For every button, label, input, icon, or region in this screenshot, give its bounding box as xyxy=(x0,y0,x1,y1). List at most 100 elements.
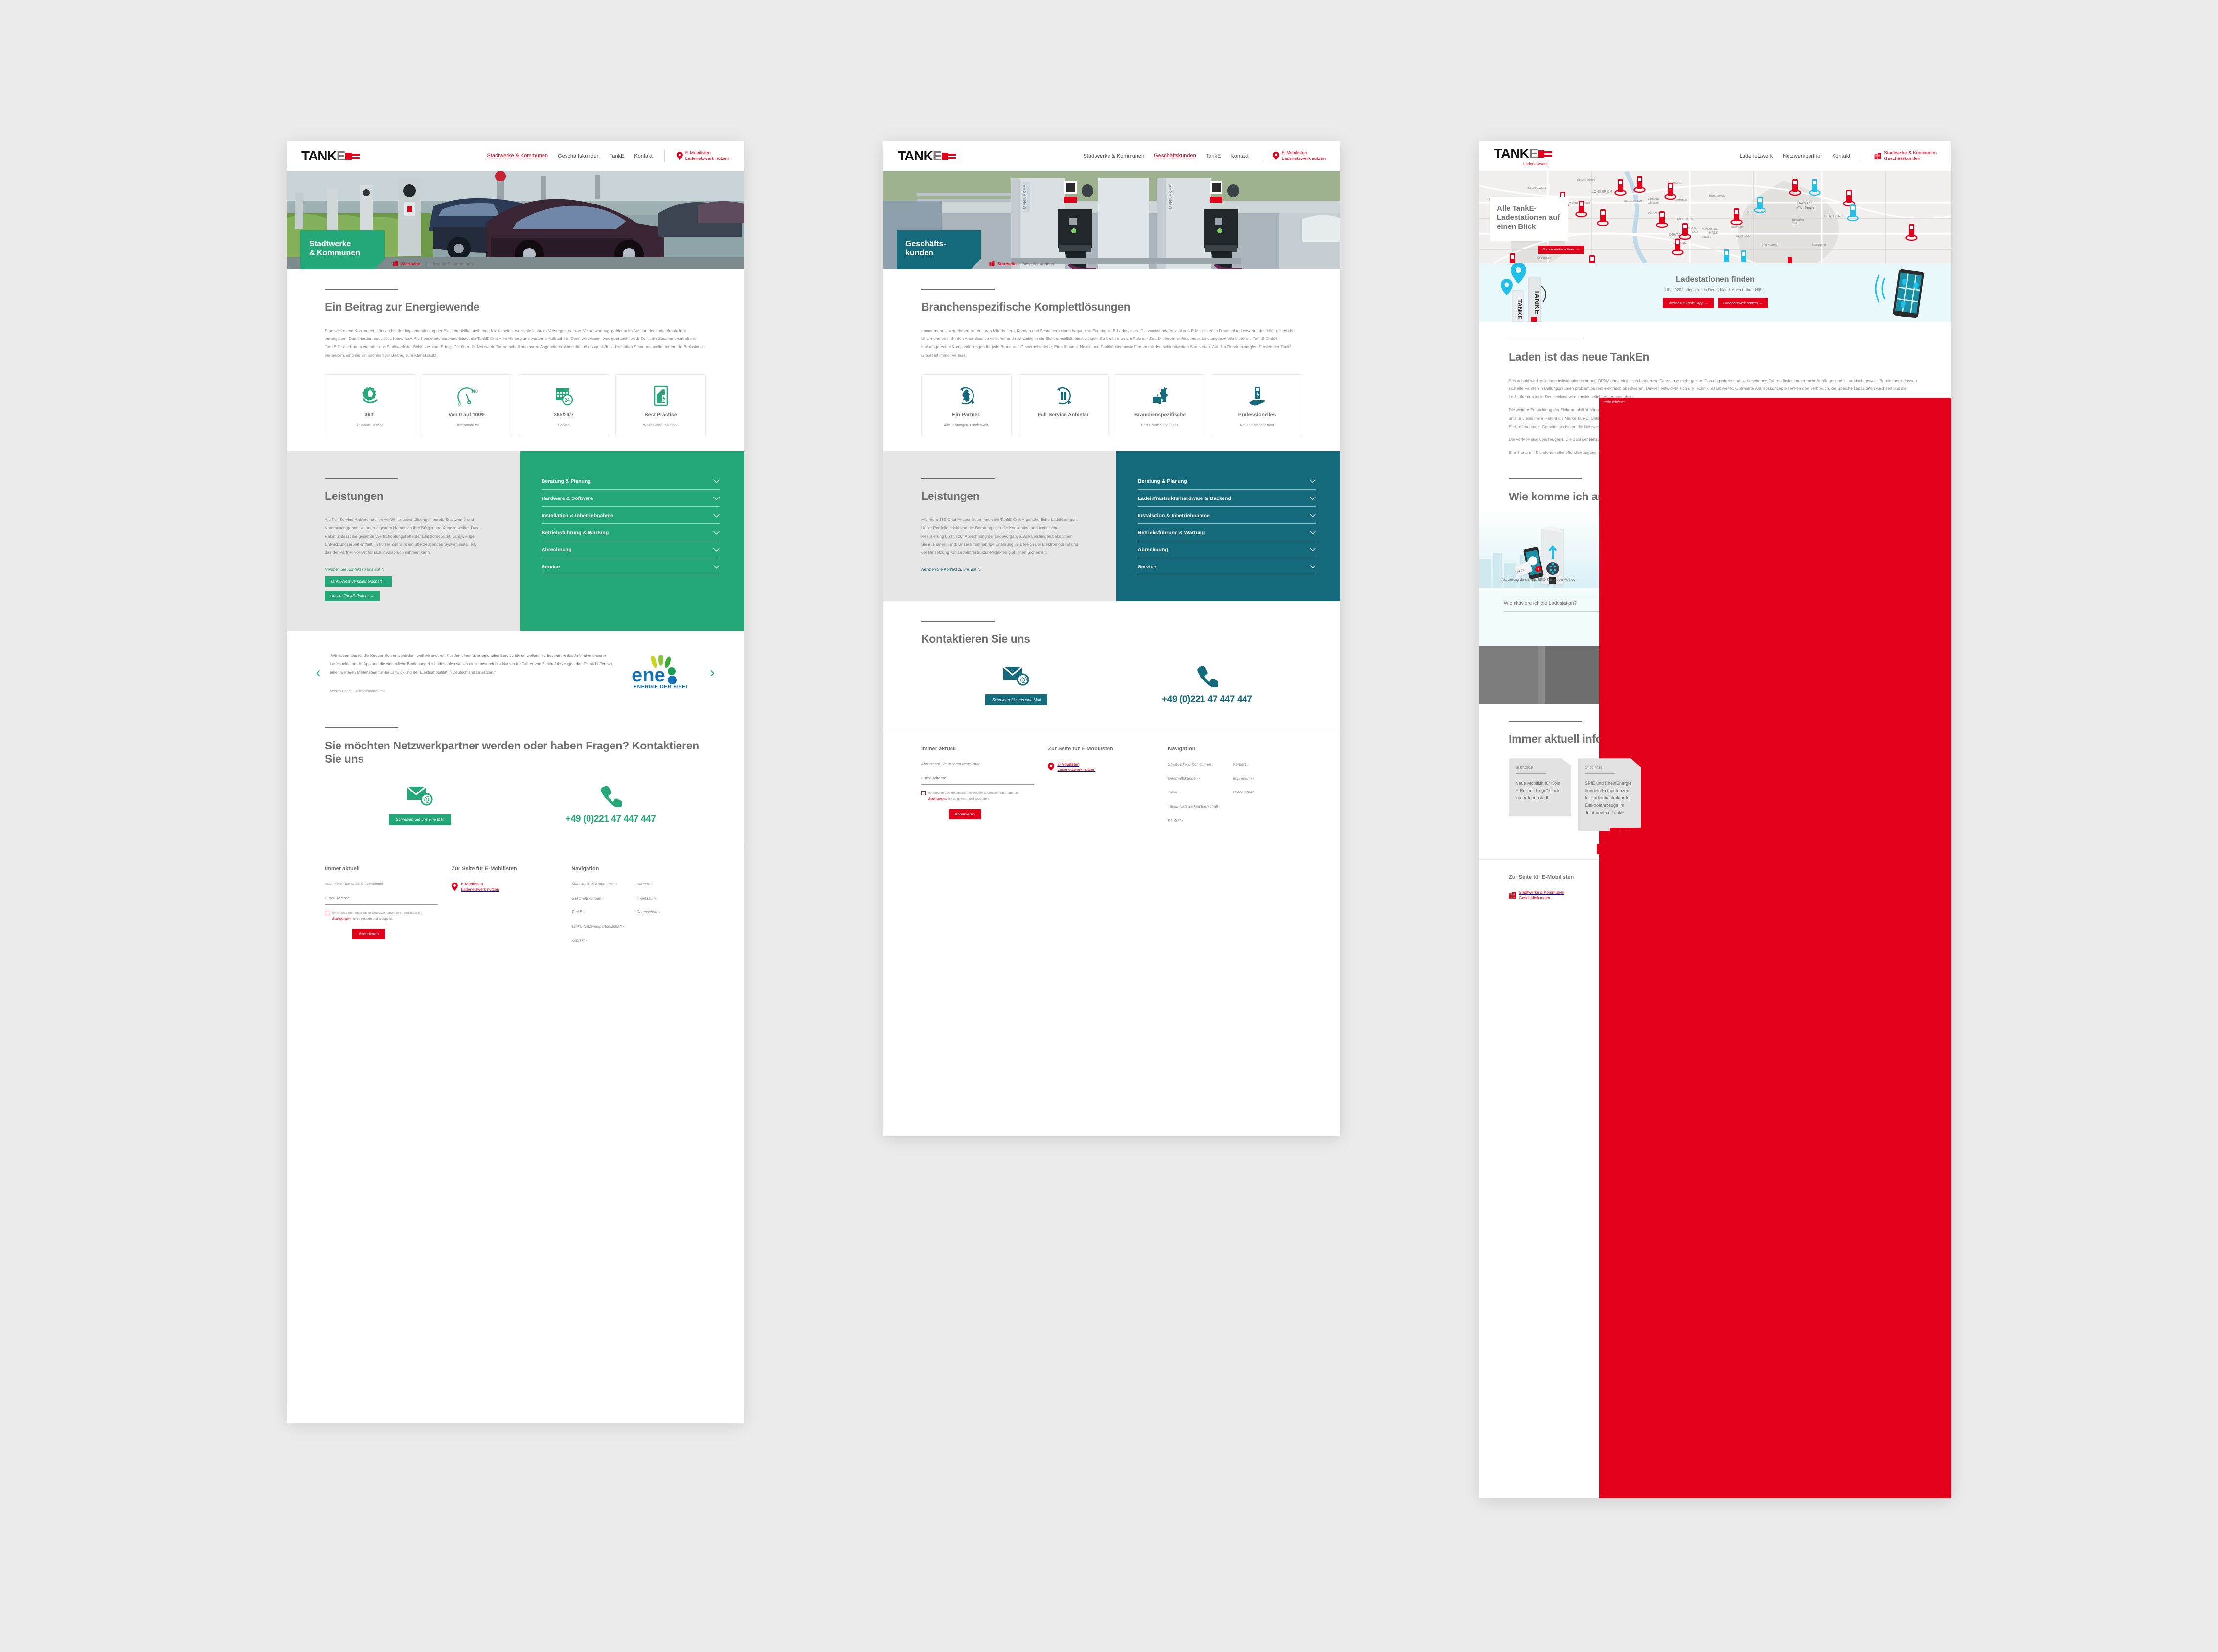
contact-link[interactable]: Nehmen Sie Kontakt zu uns auf ↘ xyxy=(921,567,1078,572)
ladenetzwerk-nutzen-button[interactable]: Ladenetzwerk nutzen → xyxy=(1718,297,1768,308)
nav-cta-emobilisten[interactable]: E-Mobilisten Ladenetzwerk nutzen xyxy=(677,150,729,162)
news-more-button[interactable]: mehr erfahren → xyxy=(1599,398,1951,1498)
testimonial-text: „Wir haben uns für die Kooperation entsc… xyxy=(330,654,613,675)
heading-rule xyxy=(325,477,398,479)
testimonial-next-button[interactable]: › xyxy=(710,665,715,680)
accordion-item-hardware[interactable]: Hardware & Software xyxy=(541,490,720,507)
mail-button[interactable]: Schreiben Sie uns eine Mail xyxy=(389,814,452,825)
feature-title: 365/24/7 xyxy=(554,411,574,418)
footer-link[interactable]: TankE-Netzwerkpartnerschaft › xyxy=(1168,804,1220,810)
testimonial-prev-button[interactable]: ‹ xyxy=(316,665,321,680)
nav-item-geschaeftskunden[interactable]: Geschäftskunden xyxy=(1154,153,1196,159)
nav-item-ladenetzwerk[interactable]: Ladenetzwerk xyxy=(1740,153,1773,159)
consent-checkbox[interactable] xyxy=(325,910,329,915)
nav-cta-business[interactable]: Stadtwerke & Kommunen Geschäftskunden xyxy=(1874,150,1937,162)
testimonial-quote: „Wir haben uns für die Kooperation entsc… xyxy=(330,652,620,693)
accordion-item-service[interactable]: Service xyxy=(541,558,720,575)
footer-link[interactable]: TankE › xyxy=(1168,790,1220,795)
footer-link[interactable]: Karriere › xyxy=(636,882,660,887)
contact-link[interactable]: Nehmen Sie Kontakt zu uns auf ↘ xyxy=(325,567,482,572)
accordion-item-beratung[interactable]: Beratung & Planung xyxy=(1137,473,1316,490)
footer-link[interactable]: Karriere › xyxy=(1233,762,1256,768)
breadcrumb: Startseite › Stadtwerke & Kommunen xyxy=(392,261,473,266)
interactive-map-button[interactable]: Zur interaktiven Karte → xyxy=(1538,246,1584,254)
accordion-item-abrechnung[interactable]: Abrechnung xyxy=(541,541,720,558)
chevron-down-icon xyxy=(1310,531,1316,535)
nav-cta-emobilisten[interactable]: E-Mobilisten Ladenetzwerk nutzen xyxy=(1273,150,1326,162)
accordion-label: Beratung & Planung xyxy=(1137,478,1187,484)
tanke-app-button[interactable]: Weiter zur TankE-App → xyxy=(1663,297,1714,308)
accordion-item-betriebsfuehrung[interactable]: Betriebsführung & Wartung xyxy=(541,524,720,541)
subscribe-button[interactable]: Abonnieren xyxy=(352,928,385,939)
nav-item-netzwerkpartner[interactable]: Netzwerkpartner xyxy=(1783,153,1822,159)
hero-badge-line1: Stadtwerke xyxy=(309,239,351,248)
netzwerkpartnerschaft-button[interactable]: TankE-Netzwerkpartnerschaft → xyxy=(325,576,392,587)
logo[interactable]: TANK E Ladenetzwerk xyxy=(1494,146,1553,166)
hero-badge: Geschäfts- kunden xyxy=(897,230,981,269)
footer-link[interactable]: Kontakt › xyxy=(571,938,624,944)
footer-link[interactable]: Impressum › xyxy=(1233,776,1256,782)
consent-terms-link[interactable]: Bedingungen xyxy=(332,917,351,921)
footer-emob-link[interactable]: E-Mobilisten Ladenetzwerk nutzen xyxy=(452,882,558,892)
heading-rule xyxy=(1509,478,1582,480)
footer-link[interactable]: Stadtwerke & Kommunen › xyxy=(1168,762,1220,768)
accordion-item-installation[interactable]: Installation & Inbetriebnahme xyxy=(1137,507,1316,524)
chevron-down-icon xyxy=(1310,497,1316,500)
footer-emob-link[interactable]: E-Mobilisten Ladenetzwerk nutzen xyxy=(1048,762,1154,772)
gear-rotate-icon xyxy=(361,385,380,407)
map-hero[interactable]: HEIMERSDORF ESCH/AUWEILER LONGERICH FLITTA… xyxy=(1479,171,1951,263)
subscribe-button[interactable]: Abonnieren xyxy=(949,809,981,819)
footer-link[interactable]: Stadtwerke & Kommunen › xyxy=(571,882,624,887)
heading-rule xyxy=(921,289,995,290)
leistungen-paragraph: Als Full-Service-Anbieter stellen wir Wh… xyxy=(325,517,478,555)
panel-stadtwerke-kommunen: TANK E Stadtwerke & Kommunen Geschäftsku… xyxy=(287,141,744,1423)
accordion-item-installation[interactable]: Installation & Inbetriebnahme xyxy=(541,507,720,524)
footer-emob-line2: Geschäftskunden xyxy=(1519,895,1550,900)
phone-number[interactable]: +49 (0)221 47 447 447 xyxy=(1162,694,1252,705)
footer-link[interactable]: Datenschutz › xyxy=(636,909,660,915)
page-title: Branchenspezifische Komplettlösungen xyxy=(921,300,1131,313)
consent-terms-link[interactable]: Bedingungen xyxy=(928,797,947,801)
footer-link[interactable]: Geschäftskunden › xyxy=(1168,776,1220,782)
news-divider xyxy=(1585,773,1615,774)
nav-item-tanke[interactable]: TankE xyxy=(610,153,625,159)
email-input[interactable] xyxy=(921,775,1035,780)
footer-link[interactable]: Impressum › xyxy=(636,896,660,902)
phone-number[interactable]: +49 (0)221 47 447 447 xyxy=(566,814,656,825)
logo[interactable]: TANK E xyxy=(898,148,956,164)
footer-link[interactable]: Geschäftskunden › xyxy=(571,896,624,902)
accordion-item-abrechnung[interactable]: Abrechnung xyxy=(1137,541,1316,558)
nav-item-geschaeftskunden[interactable]: Geschäftskunden xyxy=(558,153,600,159)
building-icon xyxy=(1509,891,1516,899)
nav-item-tanke[interactable]: TankE xyxy=(1206,153,1221,159)
accordion-item-beratung[interactable]: Beratung & Planung xyxy=(541,473,720,490)
email-input[interactable] xyxy=(325,895,438,900)
news-card[interactable]: 18.07.2019 Neue Mobilität für Köln: E-Ro… xyxy=(1509,758,1571,816)
news-date: 24.06.2019 xyxy=(1585,766,1603,770)
accordion-item-ladeinfrastruktur[interactable]: Ladeinfrastrukturhardware & Backend xyxy=(1137,490,1316,507)
intro-section-stadtwerke: Ein Beitrag zur Energiewende Stadtwerke … xyxy=(287,269,744,451)
nav-item-kontakt[interactable]: Kontakt xyxy=(634,153,652,159)
nav-item-stadtwerke[interactable]: Stadtwerke & Kommunen xyxy=(487,153,548,159)
accordion-label: Service xyxy=(541,564,560,570)
consent-checkbox[interactable] xyxy=(921,791,926,795)
footer-link[interactable]: Kontakt › xyxy=(1168,818,1220,824)
svg-text:STAMMHEIM: STAMMHEIM xyxy=(1673,199,1687,202)
breadcrumb-home[interactable]: Startseite xyxy=(401,261,420,266)
feature-title: Ein Partner. xyxy=(952,411,981,418)
feature-title: Full-Service Anbieter xyxy=(1038,411,1089,418)
nav-item-stadtwerke[interactable]: Stadtwerke & Kommunen xyxy=(1083,153,1144,159)
tanke-partner-button[interactable]: Unsere TankE-Partner → xyxy=(325,591,380,602)
mail-button[interactable]: Schreiben Sie uns eine Mail xyxy=(985,694,1048,705)
footer-link[interactable]: Datenschutz › xyxy=(1233,790,1256,795)
breadcrumb-home[interactable]: Startseite xyxy=(997,261,1017,266)
news-card[interactable]: 24.06.2019 SPIE und RheinEnergie bündeln… xyxy=(1578,758,1641,831)
nav-item-kontakt[interactable]: Kontakt xyxy=(1832,153,1850,159)
accordion-item-betriebsfuehrung[interactable]: Betriebsführung & Wartung xyxy=(1137,524,1316,541)
footer-link[interactable]: TankE-Netzwerkpartnerschaft › xyxy=(571,924,624,929)
nav-item-kontakt[interactable]: Kontakt xyxy=(1230,153,1248,159)
accordion-item-service[interactable]: Service xyxy=(1137,558,1316,575)
logo[interactable]: TANK E xyxy=(301,148,360,164)
svg-text:NIPPES: NIPPES xyxy=(1648,212,1661,215)
footer-link[interactable]: TankE › xyxy=(571,909,624,915)
